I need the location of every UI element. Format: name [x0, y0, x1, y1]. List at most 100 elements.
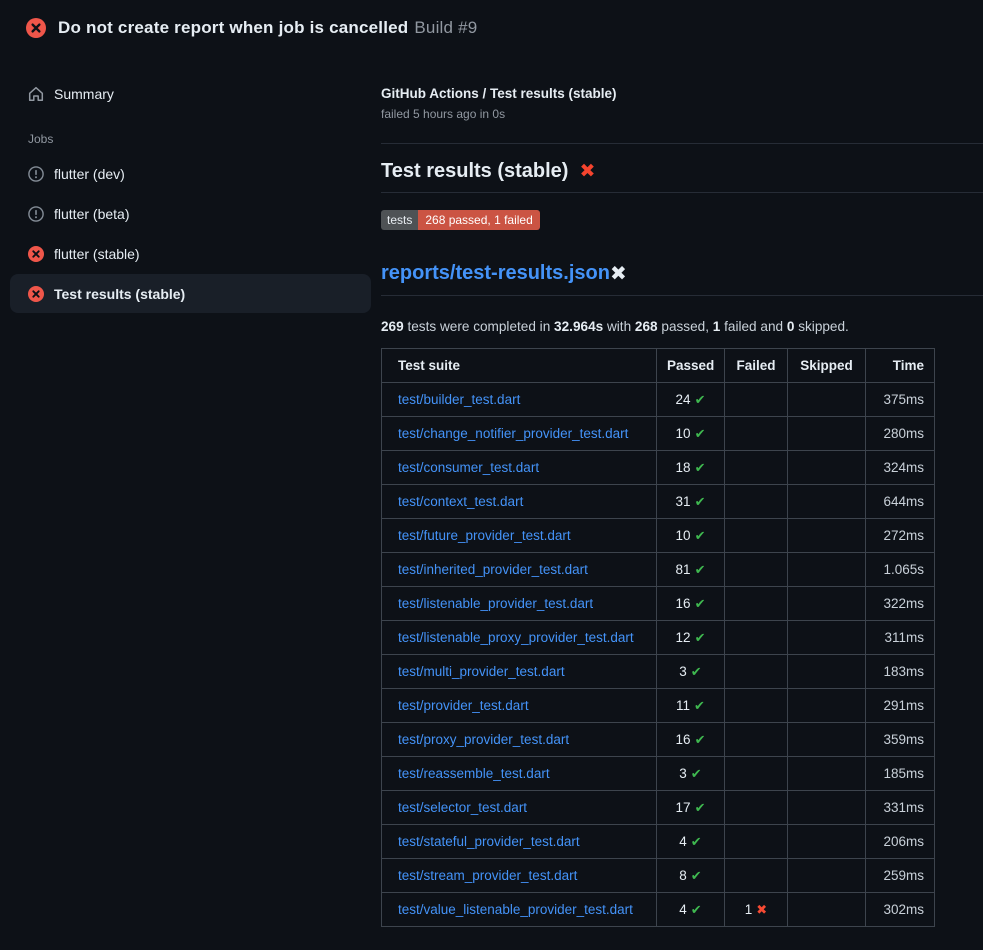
skipped-cell — [788, 791, 866, 825]
time-cell: 331ms — [866, 791, 935, 825]
test-suite-link[interactable]: test/listenable_provider_test.dart — [398, 596, 593, 611]
tests-badge: tests 268 passed, 1 failed — [381, 210, 540, 230]
home-icon — [28, 86, 44, 102]
skipped-cell — [788, 485, 866, 519]
suite-cell: test/selector_test.dart — [382, 791, 657, 825]
time-cell: 359ms — [866, 723, 935, 757]
passed-cell: 10✔ — [657, 519, 725, 553]
section-heading: Test results (stable) ✖ — [381, 160, 983, 183]
test-suite-link[interactable]: test/inherited_provider_test.dart — [398, 562, 588, 577]
passed-cell: 4✔ — [657, 893, 725, 927]
skipped-cell — [788, 587, 866, 621]
time-value: 185ms — [883, 766, 924, 781]
suite-cell: test/builder_test.dart — [382, 383, 657, 417]
suite-cell: test/stream_provider_test.dart — [382, 859, 657, 893]
check-icon: ✔ — [691, 868, 702, 883]
report-file-link[interactable]: reports/test-results.json — [381, 262, 610, 285]
table-row: test/reassemble_test.dart3✔185ms — [382, 757, 935, 791]
passed-count: 17 — [676, 800, 691, 815]
breadcrumb: GitHub Actions / Test results (stable) — [381, 86, 983, 101]
divider — [381, 143, 983, 144]
time-cell: 302ms — [866, 893, 935, 927]
sidebar-job-item-0[interactable]: flutter (dev) — [10, 154, 371, 193]
failed-cell — [725, 451, 788, 485]
column-header: Skipped — [788, 349, 866, 383]
sidebar-item-summary[interactable]: Summary — [10, 78, 371, 110]
check-icon: ✔ — [695, 494, 706, 509]
summary-segment: failed and — [720, 319, 787, 334]
passed-count: 31 — [676, 494, 691, 509]
summary-segment: with — [603, 319, 635, 334]
skipped-cell — [788, 723, 866, 757]
test-summary-text: 269 tests were completed in 32.964s with… — [381, 319, 983, 334]
test-suite-link[interactable]: test/value_listenable_provider_test.dart — [398, 902, 633, 917]
check-icon: ✔ — [695, 426, 706, 441]
skipped-cell — [788, 417, 866, 451]
passed-count: 10 — [676, 426, 691, 441]
summary-segment: skipped. — [794, 319, 848, 334]
time-value: 183ms — [883, 664, 924, 679]
suite-cell: test/multi_provider_test.dart — [382, 655, 657, 689]
test-suite-link[interactable]: test/multi_provider_test.dart — [398, 664, 565, 679]
time-cell: 322ms — [866, 587, 935, 621]
test-suite-link[interactable]: test/selector_test.dart — [398, 800, 527, 815]
suite-cell: test/value_listenable_provider_test.dart — [382, 893, 657, 927]
passed-cell: 4✔ — [657, 825, 725, 859]
passed-cell: 24✔ — [657, 383, 725, 417]
run-title: Do not create report when job is cancell… — [58, 18, 408, 37]
job-status-line: failed 5 hours ago in 0s — [381, 107, 983, 121]
passed-count: 4 — [679, 902, 687, 917]
failed-cell — [725, 383, 788, 417]
passed-cell: 11✔ — [657, 689, 725, 723]
table-row: test/proxy_provider_test.dart 16✔ 359ms — [382, 723, 935, 757]
test-suite-link[interactable]: test/provider_test.dart — [398, 698, 529, 713]
column-header: Time — [866, 349, 935, 383]
time-cell: 375ms — [866, 383, 935, 417]
sidebar-job-item-2[interactable]: flutter (stable) — [10, 234, 371, 273]
time-value: 272ms — [883, 528, 924, 543]
badge-value: 268 passed, 1 failed — [418, 210, 539, 230]
time-value: 311ms — [884, 630, 924, 645]
table-row: test/context_test.dart31✔644ms — [382, 485, 935, 519]
time-cell: 183ms — [866, 655, 935, 689]
test-suite-link[interactable]: test/consumer_test.dart — [398, 460, 539, 475]
test-suite-link[interactable]: test/future_provider_test.dart — [398, 528, 571, 543]
skipped-cell — [788, 757, 866, 791]
check-icon: ✔ — [691, 766, 702, 781]
test-suite-link[interactable]: test/builder_test.dart — [398, 392, 520, 407]
failed-x-icon: ✖ — [610, 261, 627, 286]
check-icon: ✔ — [695, 800, 706, 815]
test-suite-link[interactable]: test/listenable_proxy_provider_test.dart — [398, 630, 634, 645]
sidebar-job-item-1[interactable]: flutter (beta) — [10, 194, 371, 233]
job-label: flutter (beta) — [54, 206, 129, 222]
table-row: test/listenable_provider_test.dart16✔322… — [382, 587, 935, 621]
passed-cell: 16✔ — [657, 723, 725, 757]
skipped-cell — [788, 519, 866, 553]
test-suite-link[interactable]: test/reassemble_test.dart — [398, 766, 550, 781]
failed-status-icon — [26, 18, 46, 38]
sidebar-job-item-3[interactable]: Test results (stable) — [10, 274, 371, 313]
table-header-row: Test suitePassedFailedSkippedTime — [382, 349, 935, 383]
jobs-list: flutter (dev) flutter (beta) flutter (stab… — [0, 154, 381, 313]
suite-cell: test/change_notifier_provider_test.dart — [382, 417, 657, 451]
test-suite-link[interactable]: test/stateful_provider_test.dart — [398, 834, 580, 849]
passed-count: 24 — [676, 392, 691, 407]
build-number: Build #9 — [414, 18, 477, 37]
table-row: test/provider_test.dart11✔291ms — [382, 689, 935, 723]
suite-cell: test/provider_test.dart — [382, 689, 657, 723]
test-suite-link[interactable]: test/change_notifier_provider_test.dart — [398, 426, 628, 441]
passed-count: 16 — [676, 596, 691, 611]
test-suite-link[interactable]: test/stream_provider_test.dart — [398, 868, 577, 883]
suite-cell: test/reassemble_test.dart — [382, 757, 657, 791]
time-value: 322ms — [883, 596, 924, 611]
test-suite-link[interactable]: test/context_test.dart — [398, 494, 523, 509]
column-header: Test suite — [382, 349, 657, 383]
test-suite-link[interactable]: test/proxy_provider_test.dart — [398, 732, 569, 747]
time-cell: 272ms — [866, 519, 935, 553]
time-value: 302ms — [883, 902, 924, 917]
passed-cell: 31 ✔ — [657, 485, 725, 519]
suite-cell: test/listenable_proxy_provider_test.dart — [382, 621, 657, 655]
table-row: test/value_listenable_provider_test.dart… — [382, 893, 935, 927]
divider — [381, 192, 983, 193]
divider — [381, 295, 983, 296]
